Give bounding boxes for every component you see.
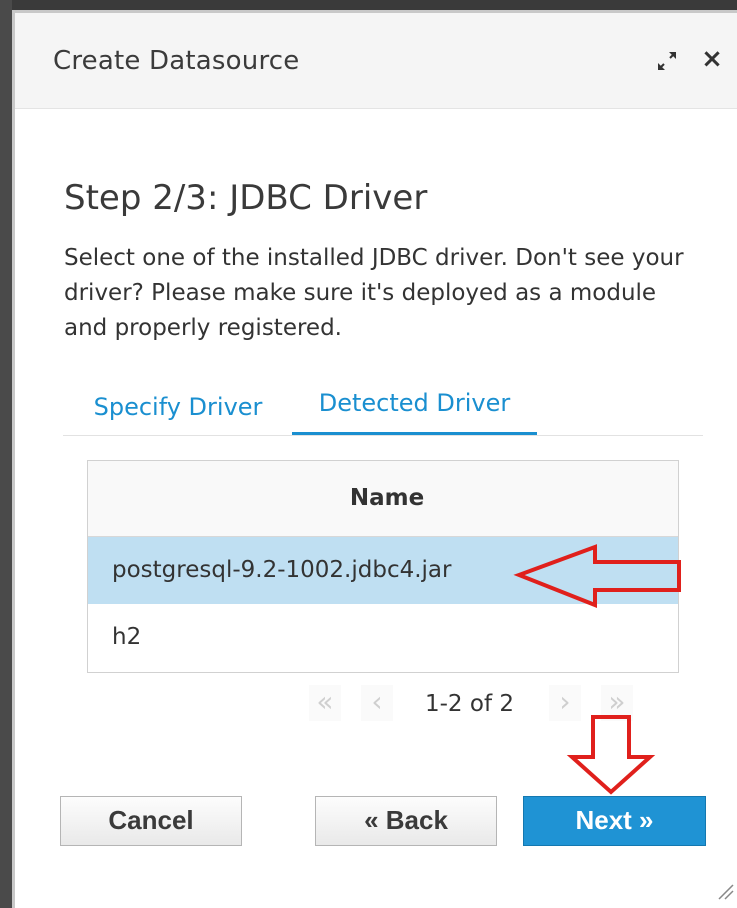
down-arrow-annotation-icon xyxy=(566,715,656,795)
annotation-overlay xyxy=(513,544,681,795)
left-arrow-annotation-icon xyxy=(513,544,681,608)
